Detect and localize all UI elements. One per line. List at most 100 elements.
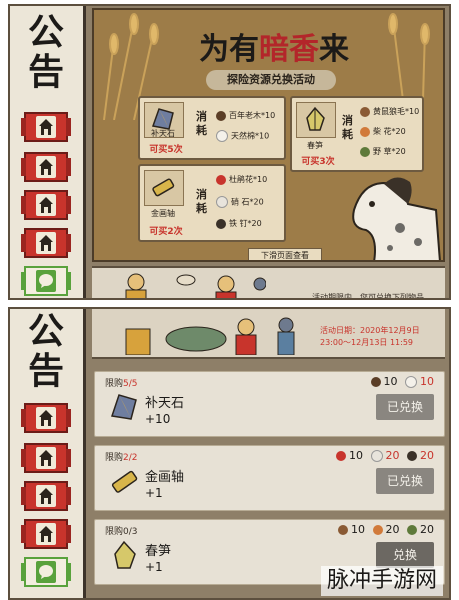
cost-list: 10 20 20	[332, 449, 434, 462]
cost-list: 10 20 20	[334, 523, 434, 536]
material-label: 铁 钉*20	[229, 219, 262, 228]
site-watermark: 脉冲手游网	[320, 566, 443, 596]
item-icon-box	[296, 102, 336, 138]
card-buy-limit: 可买2次	[149, 227, 183, 237]
house-icon	[36, 116, 56, 138]
sky-stone-icon	[111, 394, 137, 420]
item-quantity: +10	[145, 412, 171, 426]
material-label: 黄鼠狼毛*10	[373, 107, 420, 116]
material-row: 天然棉*10	[216, 130, 269, 142]
material-label: 硝 石*20	[231, 197, 264, 207]
sidebar-title: 公 告	[24, 12, 68, 92]
exchange-row-jinhuazhou: 限购2/2 金画轴 +1 10 20 20 已兑换	[94, 445, 445, 511]
item-icon-box	[144, 170, 184, 206]
item-name: 春笋	[145, 544, 172, 559]
limit-count: 0/3	[123, 527, 138, 537]
cost-value: 10	[349, 449, 363, 462]
redeemed-button[interactable]: 已兑换	[376, 394, 434, 420]
sidebar-tab-house-3[interactable]	[21, 190, 71, 220]
exchange-card-chunsun[interactable]: 春笋 可买3次 消耗 黄鼠狼毛*10 柴 花*20 野 草*20	[290, 96, 424, 172]
banner-subtitle: 探险资源兑换活动	[206, 70, 336, 90]
sidebar-title-char: 公	[27, 11, 64, 53]
sidebar-tab-chat[interactable]	[21, 266, 71, 296]
limit-count: 2/2	[123, 453, 138, 463]
material-row: 铁 钉*20	[216, 218, 262, 229]
redeem-button[interactable]: 兑换	[376, 542, 434, 568]
cost-item: 10	[405, 375, 434, 388]
cost-value: 10	[383, 375, 398, 388]
redeemed-button[interactable]: 已兑换	[376, 468, 434, 494]
cost-list: 10 10	[367, 375, 434, 388]
cost-value: 10	[420, 375, 434, 388]
event-date-label: 活动日期：2020年12月9日	[320, 326, 420, 335]
card-item-name: 金画轴	[151, 209, 175, 218]
limit-label: 限购	[105, 453, 124, 463]
sidebar-tab-house-3[interactable]	[21, 481, 71, 511]
sidebar-tab-house-2[interactable]	[21, 443, 71, 473]
house-icon	[36, 407, 56, 429]
bottom-panel: 公 告 活动日期：2020年12月9日 23:00～12月13日 11:59 限…	[8, 307, 451, 600]
limit-label: 限购	[105, 527, 124, 537]
consume-label: 消耗	[342, 114, 353, 141]
azalea-icon	[216, 174, 226, 185]
purchase-limit: 限购2/2	[105, 450, 138, 463]
top-panel: 公 告 为有暗香来 探险资源兑换活动 补天石 可买5次 消耗 百年老木*10 天…	[8, 4, 451, 300]
exchange-card-jinhuazhou[interactable]: 金画轴 可买2次 消耗 杜鹃花*10 硝 石*20 铁 钉*20	[138, 164, 286, 242]
material-row: 柴 花*20	[360, 126, 406, 137]
golden-scroll-icon	[111, 470, 138, 493]
exchange-card-butianshi[interactable]: 补天石 可买5次 消耗 百年老木*10 天然棉*10	[138, 96, 286, 160]
characters-illustration-icon	[125, 273, 266, 298]
consume-label: 消耗	[196, 110, 207, 137]
sidebar-tab-house-1[interactable]	[21, 403, 71, 433]
flower-icon	[360, 126, 370, 137]
consume-label: 消耗	[196, 188, 207, 215]
fur-icon	[338, 525, 348, 535]
banner-title: 为有暗香来	[194, 24, 354, 68]
saltpeter-icon	[216, 196, 228, 208]
card-buy-limit: 可买3次	[301, 157, 335, 167]
cotton-icon	[216, 130, 228, 142]
activity-strip: 活动期限内，您可兑换下列物品	[92, 266, 445, 298]
sidebar-tab-house-4[interactable]	[21, 228, 71, 258]
wood-icon	[216, 110, 226, 121]
sidebar-tab-chat[interactable]	[21, 557, 71, 587]
item-quantity: +1	[145, 486, 163, 500]
sidebar-tab-house-4[interactable]	[21, 519, 71, 549]
sidebar: 公 告	[10, 6, 86, 298]
cost-item: 20	[407, 523, 434, 536]
wheat-right-icon	[388, 13, 430, 100]
grass-icon	[360, 146, 370, 157]
material-row: 杜鹃花*10	[216, 174, 267, 185]
nail-icon	[407, 451, 417, 461]
bamboo-shoot-icon	[306, 106, 325, 131]
grass-icon	[407, 525, 417, 535]
flower-icon	[372, 525, 383, 535]
limit-label: 限购	[105, 379, 124, 389]
purchase-limit: 限购5/5	[105, 376, 138, 389]
sidebar-title-char: 公	[27, 310, 64, 352]
limit-count: 5/5	[123, 379, 138, 389]
cost-value: 20	[420, 523, 434, 536]
material-label: 杜鹃花*10	[229, 175, 268, 184]
house-icon	[36, 447, 56, 469]
material-label: 柴 花*20	[373, 127, 406, 136]
date-band: 活动日期：2020年12月9日 23:00～12月13日 11:59	[92, 309, 445, 359]
card-item-name: 补天石	[151, 129, 175, 138]
golden-scroll-icon	[152, 178, 175, 197]
item-quantity: +1	[145, 560, 163, 574]
cost-item: 10	[338, 523, 365, 536]
fur-icon	[360, 106, 370, 117]
material-row: 硝 石*20	[216, 196, 264, 208]
sidebar-tab-house-2[interactable]	[21, 152, 71, 182]
characters-illustration-icon	[125, 317, 295, 355]
material-label: 天然棉*10	[231, 131, 270, 141]
sidebar-title-char: 告	[27, 51, 64, 93]
material-row: 百年老木*10	[216, 110, 275, 121]
cotton-icon	[405, 376, 417, 388]
card-buy-limit: 可买5次	[149, 145, 183, 155]
sidebar-tab-house-1[interactable]	[21, 112, 71, 142]
material-label: 百年老木*10	[229, 111, 276, 120]
item-name: 金画轴	[145, 470, 185, 485]
title-highlight: 暗香	[259, 32, 319, 67]
chat-icon	[36, 561, 56, 583]
